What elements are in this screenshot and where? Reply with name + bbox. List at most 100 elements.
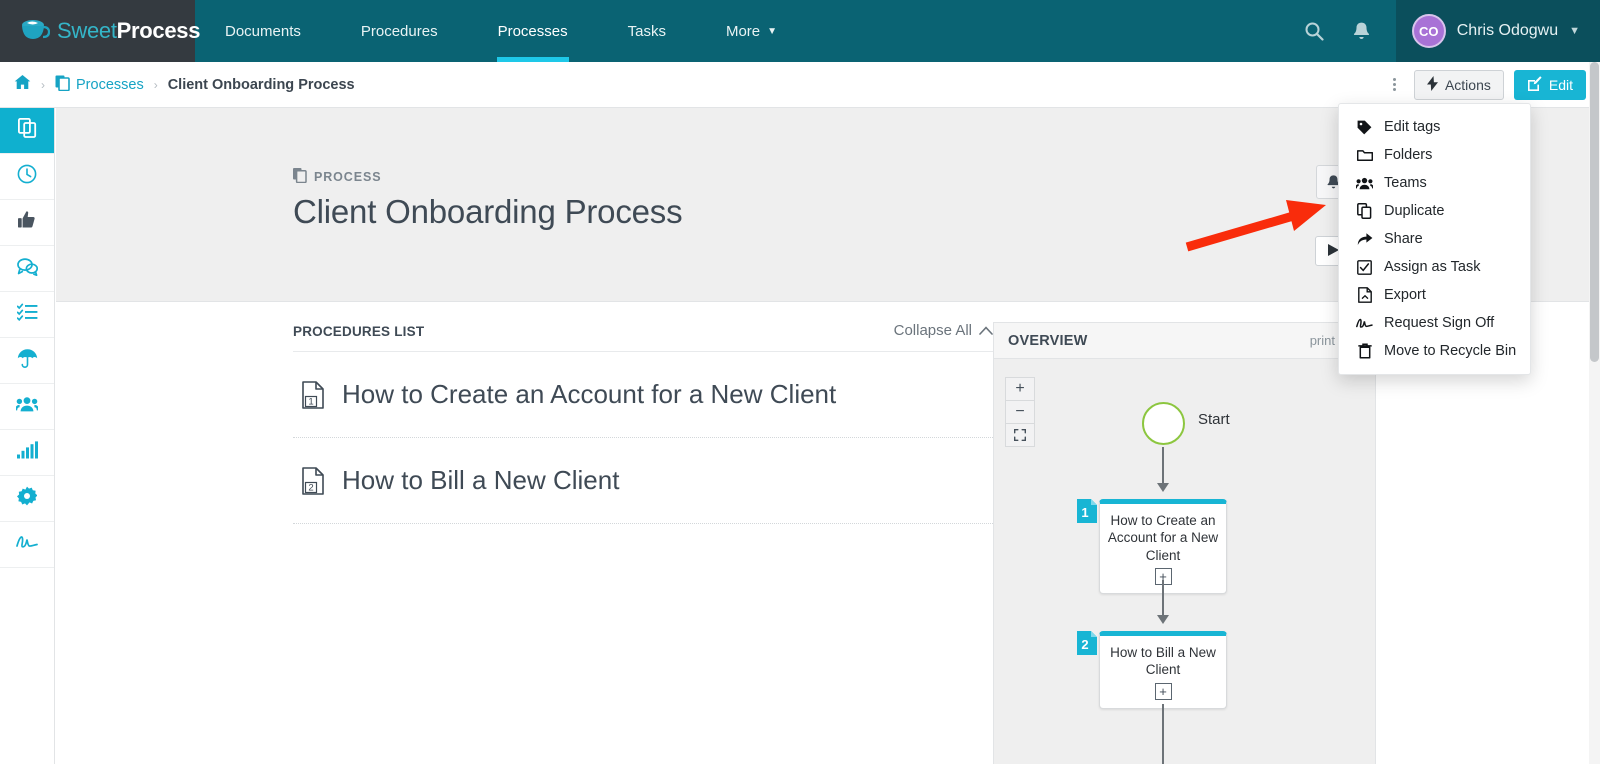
numbered-document-icon: 1 — [302, 380, 324, 409]
gear-icon — [17, 486, 38, 511]
menu-item-edit-tags[interactable]: Edit tags — [1339, 113, 1530, 141]
menu-item-folders[interactable]: Folders — [1339, 141, 1530, 169]
procedure-row[interactable]: 1 How to Create an Account for a New Cli… — [293, 352, 993, 438]
numbered-document-icon: 2 — [302, 466, 324, 495]
procedures-list-panel: PROCEDURES LIST Collapse All 1 How to Cr… — [293, 322, 993, 524]
procedures-list-header: PROCEDURES LIST Collapse All — [293, 322, 993, 352]
user-menu[interactable]: CO Chris Odogwu ▼ — [1395, 0, 1600, 62]
signature-icon — [1356, 317, 1373, 329]
flow-connector — [1162, 704, 1164, 764]
nav-label: Tasks — [627, 22, 666, 40]
flow-node-label: How to Create an Account for a New Clien… — [1107, 513, 1219, 563]
sidebar-item-reports[interactable] — [0, 430, 54, 476]
nav-item-more[interactable]: More ▼ — [696, 0, 807, 62]
search-icon[interactable] — [1290, 0, 1338, 62]
svg-text:2: 2 — [1081, 637, 1088, 652]
bar-chart-icon — [16, 441, 38, 464]
primary-nav-items: Documents Procedures Processes Tasks Mor… — [195, 0, 807, 62]
procedure-row[interactable]: 2 How to Bill a New Client — [293, 438, 993, 524]
breadcrumb-parent-label: Processes — [76, 76, 144, 93]
sidebar-item-signoff[interactable] — [0, 522, 54, 568]
breadcrumb-separator: › — [153, 77, 158, 92]
avatar-initials: CO — [1418, 23, 1439, 39]
clock-icon — [17, 164, 37, 189]
share-arrow-icon — [1356, 232, 1373, 246]
chevron-down-icon: ▼ — [1569, 25, 1580, 37]
trash-icon — [1356, 343, 1373, 359]
actions-button[interactable]: Actions — [1413, 69, 1504, 100]
menu-item-request-sign-off[interactable]: Request Sign Off — [1339, 309, 1530, 337]
menu-item-export[interactable]: Export — [1339, 281, 1530, 309]
umbrella-icon — [17, 348, 38, 373]
nav-item-procedures[interactable]: Procedures — [331, 0, 468, 62]
breadcrumb: › Processes › Client Onboarding Process — [14, 74, 355, 95]
home-icon[interactable] — [14, 74, 31, 95]
nav-right-cluster: CO Chris Odogwu ▼ — [1290, 0, 1600, 62]
breadcrumb-separator: › — [41, 77, 45, 92]
breadcrumb-actions: Actions Edit — [1385, 69, 1586, 100]
flow-connector — [1162, 447, 1164, 485]
app-root: SweetProcess Documents Procedures Proces… — [0, 0, 1600, 764]
copy-icon — [1356, 203, 1373, 219]
checkbox-icon — [1356, 259, 1373, 275]
sidebar-item-policies[interactable] — [0, 338, 54, 384]
sidebar-item-teams[interactable] — [0, 384, 54, 430]
sidebar-item-history[interactable] — [0, 154, 54, 200]
process-icon — [293, 168, 307, 186]
page-scrollbar[interactable] — [1589, 62, 1600, 764]
numbered-document-badge-icon: 2 — [1076, 630, 1098, 656]
overview-canvas[interactable]: + − Start 1 How to Create an Account for… — [994, 359, 1375, 764]
overview-header: OVERVIEW print — [994, 323, 1375, 359]
print-button[interactable]: print — [1310, 333, 1335, 348]
menu-item-share[interactable]: Share — [1339, 225, 1530, 253]
breadcrumb-link-processes[interactable]: Processes — [55, 75, 144, 95]
bell-icon[interactable] — [1338, 0, 1386, 62]
flow-start-node[interactable] — [1142, 402, 1185, 445]
menu-item-teams[interactable]: Teams — [1339, 169, 1530, 197]
avatar: CO — [1411, 14, 1446, 48]
edit-button[interactable]: Edit — [1513, 69, 1586, 100]
menu-item-assign-as-task[interactable]: Assign as Task — [1339, 253, 1530, 281]
svg-text:2: 2 — [308, 482, 313, 493]
sidebar-item-approvals[interactable] — [0, 200, 54, 246]
procedure-title[interactable]: How to Create an Account for a New Clien… — [342, 379, 836, 410]
overview-panel: OVERVIEW print + − Start 1 How to Create… — [993, 322, 1376, 764]
nav-item-processes[interactable]: Processes — [468, 0, 598, 62]
expand-node-button[interactable]: + — [1154, 682, 1172, 700]
nav-label: Documents — [225, 22, 301, 40]
more-options-icon[interactable] — [1385, 78, 1404, 91]
nav-item-tasks[interactable]: Tasks — [598, 0, 696, 62]
page-title: Client Onboarding Process — [293, 193, 683, 230]
flow-arrowhead-icon — [1157, 483, 1169, 492]
sidebar-item-tasks[interactable] — [0, 292, 54, 338]
people-icon — [14, 396, 40, 417]
sidebar-item-settings[interactable] — [0, 476, 54, 522]
sidebar-item-comments[interactable] — [0, 246, 54, 292]
folder-icon — [1356, 149, 1373, 162]
coffee-cup-logo-icon — [20, 18, 51, 44]
actions-button-label: Actions — [1444, 76, 1491, 93]
collapse-all-label: Collapse All — [893, 322, 972, 339]
collapse-all-button[interactable]: Collapse All — [894, 322, 993, 339]
sidebar-item-documents[interactable] — [0, 108, 54, 154]
menu-item-label: Request Sign Off — [1384, 315, 1495, 331]
chevron-down-icon: ▼ — [767, 25, 778, 37]
menu-item-move-to-recycle-bin[interactable]: Move to Recycle Bin — [1339, 337, 1530, 365]
nav-item-documents[interactable]: Documents — [195, 0, 331, 62]
left-sidebar — [0, 108, 55, 764]
people-icon — [1356, 177, 1373, 190]
edit-pencil-icon — [1527, 75, 1542, 94]
procedure-title[interactable]: How to Bill a New Client — [342, 465, 619, 496]
user-name: Chris Odogwu — [1456, 22, 1559, 39]
menu-item-duplicate[interactable]: Duplicate — [1339, 197, 1530, 225]
breadcrumb-bar: › Processes › Client Onboarding Process … — [0, 62, 1600, 108]
actions-dropdown-menu: Edit tags Folders Teams Duplicate Share — [1338, 103, 1531, 375]
flow-node[interactable]: 2 How to Bill a New Client + — [1077, 631, 1227, 709]
scrollbar-thumb[interactable] — [1590, 62, 1599, 362]
menu-item-label: Duplicate — [1384, 203, 1445, 219]
menu-item-label: Edit tags — [1384, 119, 1441, 135]
chat-bubbles-icon — [16, 257, 38, 281]
lightning-bolt-icon — [1426, 75, 1438, 94]
brand-logo[interactable]: SweetProcess — [0, 0, 200, 62]
file-export-icon — [1356, 287, 1373, 303]
